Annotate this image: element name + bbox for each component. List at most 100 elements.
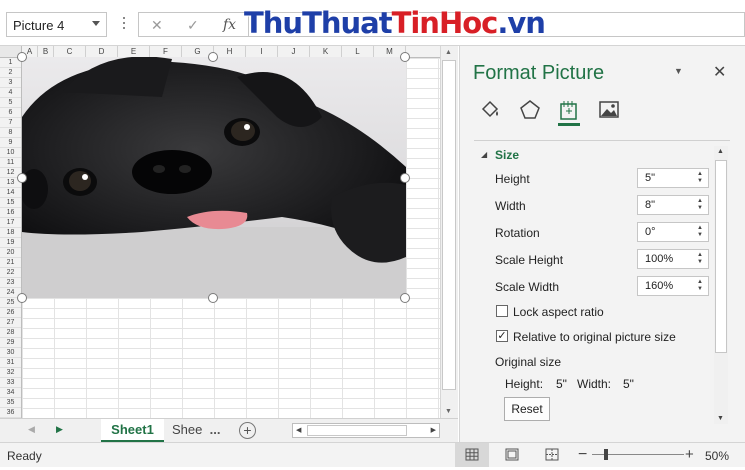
row-headers: 1 2 3 4 5 6 7 8 9 10 11 12 13 14 15 16 17 18 19 20 21 22 23 24 2… [0,58,22,418]
zoom-out-icon[interactable]: − [578,446,587,464]
resize-handle-ne[interactable] [400,52,410,62]
scroll-down-icon[interactable]: ▼ [445,408,452,415]
row-header[interactable]: 16 [0,208,21,218]
scroll-up-icon[interactable]: ▲ [717,148,724,155]
scroll-right-icon[interactable]: ▶ [431,426,436,434]
row-header[interactable]: 36 [0,408,21,418]
width-input[interactable]: 8" ▲ ▼ [637,195,709,215]
row-header[interactable]: 4 [0,88,21,98]
zoom-in-icon[interactable]: + [685,446,694,463]
pane-scroll-thumb[interactable] [715,160,727,353]
scroll-down-icon[interactable]: ▼ [717,415,724,422]
resize-handle-e[interactable] [400,173,410,183]
insert-function-icon[interactable]: fx [223,17,236,33]
vertical-scroll-thumb[interactable] [442,60,456,390]
row-header[interactable]: 18 [0,228,21,238]
resize-handle-nw[interactable] [17,52,27,62]
row-header[interactable]: 35 [0,398,21,408]
fill-line-icon[interactable] [479,99,501,121]
resize-handle-se[interactable] [400,293,410,303]
row-header[interactable]: 3 [0,78,21,88]
pane-options-icon[interactable]: ▼ [674,66,683,76]
more-sheets[interactable]: ... [210,422,221,437]
row-header[interactable]: 17 [0,218,21,228]
resize-handle-n[interactable] [208,52,218,62]
horizontal-scroll-thumb[interactable] [307,425,407,436]
row-header[interactable]: 22 [0,268,21,278]
sheet-tab-bar: ◀ ▶ Sheet1 Shee ... + ◀ ▶ [0,418,458,443]
row-header[interactable]: 26 [0,308,21,318]
row-header[interactable]: 21 [0,258,21,268]
spinner-icon[interactable]: ▲ ▼ [697,198,705,212]
row-header[interactable]: 11 [0,158,21,168]
row-header[interactable]: 5 [0,98,21,108]
formula-bar: Picture 4 ✕ ✓ fx ThuThuatTinHoc.vn [0,0,745,46]
row-header[interactable]: 15 [0,198,21,208]
scale-width-input[interactable]: 160% ▲ ▼ [637,276,709,296]
row-header[interactable]: 34 [0,388,21,398]
row-header[interactable]: 28 [0,328,21,338]
spinner-icon[interactable]: ▲ ▼ [697,252,705,266]
drag-handle-icon[interactable] [122,14,126,34]
width-label: Width [495,199,526,213]
row-header[interactable]: 30 [0,348,21,358]
collapse-icon[interactable]: ◢ [481,150,487,159]
row-header[interactable]: 31 [0,358,21,368]
scale-width-label: Scale Width [495,280,560,294]
tab-sheet2[interactable]: Shee ... [172,419,220,443]
resize-handle-w[interactable] [17,173,27,183]
row-header[interactable]: 33 [0,378,21,388]
row-header[interactable]: 8 [0,128,21,138]
row-header[interactable]: 7 [0,118,21,128]
close-icon[interactable]: ✕ [713,62,726,82]
add-sheet-icon[interactable]: + [239,422,256,439]
row-header[interactable]: 23 [0,278,21,288]
scroll-left-icon[interactable]: ◀ [296,426,301,434]
zoom-level[interactable]: 50% [705,449,729,463]
reset-button[interactable]: Reset [504,397,550,421]
pug-picture[interactable] [22,57,406,298]
cancel-icon[interactable]: ✕ [151,17,163,34]
spinner-icon[interactable]: ▲ ▼ [697,225,705,239]
row-header[interactable]: 9 [0,138,21,148]
status-bar: Ready − + 50% [0,442,745,467]
row-header[interactable]: 19 [0,238,21,248]
relative-size-checkbox[interactable]: ✓ [496,330,508,342]
row-header[interactable]: 27 [0,318,21,328]
pane-title: Format Picture [473,62,605,84]
scroll-up-icon[interactable]: ▲ [445,49,452,56]
rotation-label: Rotation [495,226,540,240]
zoom-slider-thumb[interactable] [604,449,608,460]
chevron-down-icon[interactable] [92,21,100,26]
prev-sheet-icon[interactable]: ◀ [28,424,35,435]
spinner-icon[interactable]: ▲ ▼ [697,171,705,185]
scale-height-input[interactable]: 100% ▲ ▼ [637,249,709,269]
rotation-input[interactable]: 0° ▲ ▼ [637,222,709,242]
row-header[interactable]: 32 [0,368,21,378]
row-header[interactable]: 2 [0,68,21,78]
height-input[interactable]: 5" ▲ ▼ [637,168,709,188]
watermark-logo: ThuThuatTinHoc.vn [244,6,546,40]
picture-icon[interactable] [598,99,620,121]
page-break-button[interactable] [535,443,569,467]
horizontal-scrollbar[interactable]: ◀ ▶ [292,423,440,438]
effects-icon[interactable] [519,99,541,121]
page-layout-button[interactable] [495,443,529,467]
next-sheet-icon[interactable]: ▶ [56,424,63,435]
resize-handle-s[interactable] [208,293,218,303]
row-header[interactable]: 14 [0,188,21,198]
section-size-header[interactable]: Size [495,148,519,162]
lock-aspect-label: Lock aspect ratio [513,305,604,319]
lock-aspect-checkbox[interactable] [496,305,508,317]
name-box[interactable]: Picture 4 [6,12,107,37]
row-header[interactable]: 6 [0,108,21,118]
normal-view-button[interactable] [455,443,489,467]
row-header[interactable]: 10 [0,148,21,158]
row-header[interactable]: 20 [0,248,21,258]
enter-icon[interactable]: ✓ [187,17,199,34]
size-properties-icon[interactable] [558,99,580,121]
resize-handle-sw[interactable] [17,293,27,303]
tab-sheet1[interactable]: Sheet1 [101,419,164,443]
row-header[interactable]: 29 [0,338,21,348]
spinner-icon[interactable]: ▲ ▼ [697,279,705,293]
